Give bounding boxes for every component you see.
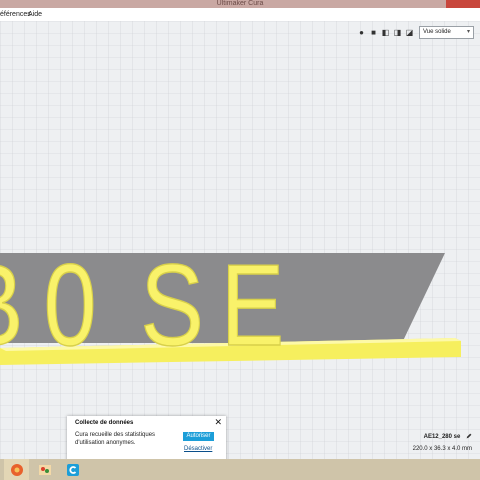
view-front-icon[interactable]: ■ bbox=[369, 28, 378, 37]
view-left-icon[interactable]: ◨ bbox=[393, 28, 402, 37]
taskbar-start-icon[interactable] bbox=[4, 459, 29, 480]
edit-pencil-icon[interactable] bbox=[466, 433, 472, 439]
model-letter-3: S bbox=[140, 241, 203, 370]
chevron-down-icon: ▾ bbox=[466, 28, 470, 35]
menu-bar: éférences Aide bbox=[0, 8, 480, 21]
taskbar-cura-icon[interactable] bbox=[60, 459, 85, 480]
model-letter-1: B bbox=[0, 241, 23, 370]
model-letter-4: E bbox=[221, 241, 284, 370]
job-name: AE12_280 se bbox=[423, 434, 461, 440]
window-title-bar: Ultimaker Cura bbox=[0, 0, 480, 8]
allow-button[interactable]: Autoriser bbox=[183, 432, 214, 441]
menu-item-preferences[interactable]: éférences bbox=[0, 8, 31, 21]
model-dimensions: 220.0 x 36.3 x 4.0 mm bbox=[412, 446, 472, 452]
build-plate-viewport[interactable]: B 0 S E bbox=[0, 21, 480, 459]
taskbar-paint-icon[interactable] bbox=[32, 459, 57, 480]
window-close-button[interactable] bbox=[446, 0, 480, 8]
disable-link[interactable]: Désactiver bbox=[184, 446, 212, 452]
menu-item-help[interactable]: Aide bbox=[28, 8, 42, 21]
build-plate-grid bbox=[0, 21, 480, 459]
view-3d-icon[interactable]: ● bbox=[357, 28, 366, 37]
view-mode-label: Vue solide bbox=[423, 28, 451, 35]
view-top-icon[interactable]: ◧ bbox=[381, 28, 390, 37]
view-mode-select[interactable]: Vue solide ▾ bbox=[419, 25, 474, 39]
close-icon[interactable]: ✕ bbox=[214, 417, 222, 428]
view-toolbar: ● ■ ◧ ◨ ◪ Vue solide ▾ bbox=[357, 25, 474, 39]
taskbar bbox=[0, 459, 480, 480]
popup-title: Collecte de données bbox=[75, 420, 134, 426]
data-collection-popup: Collecte de données ✕ Cura recueille des… bbox=[67, 416, 226, 462]
view-right-icon[interactable]: ◪ bbox=[405, 28, 414, 37]
popup-body: Cura recueille des statistiques d'utilis… bbox=[75, 432, 156, 446]
model-letter-2: 0 bbox=[44, 241, 97, 370]
window-title: Ultimaker Cura bbox=[216, 0, 264, 7]
print-info: AE12_280 se 220.0 x 36.3 x 4.0 mm bbox=[413, 433, 472, 452]
